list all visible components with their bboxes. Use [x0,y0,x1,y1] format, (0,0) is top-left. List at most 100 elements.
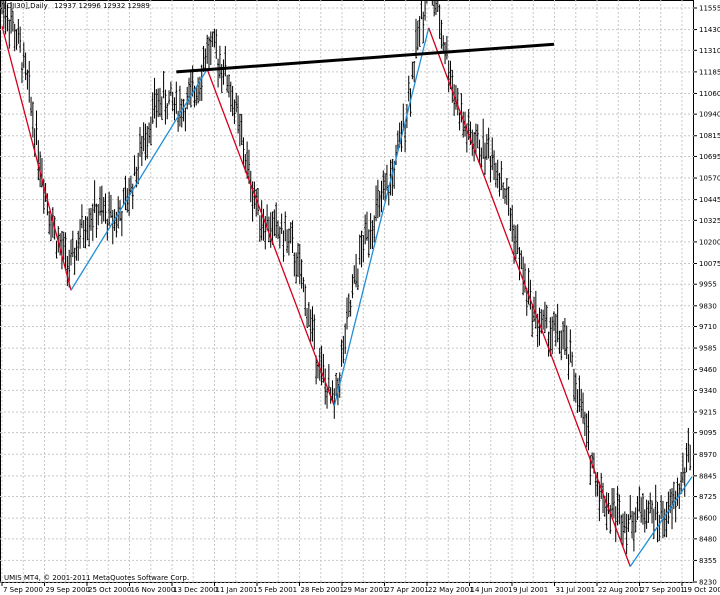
price-bar [507,186,510,216]
price-bar [605,492,608,531]
price-tick-label: 8480 [699,535,717,543]
price-bar [291,220,294,253]
price-bar [151,92,154,124]
price-bar [462,111,465,138]
time-tick-label: 22 May 2001 [428,586,474,594]
price-bar [144,123,147,161]
price-bar [313,314,316,350]
price-chart[interactable]: 11555 11430 11310 11185 11060 10940 10815 10695… [0,0,720,595]
time-tick-label: 29 Sep 2000 [46,586,90,594]
price-bar [640,497,643,523]
price-bar [585,413,588,448]
price-bar [204,48,207,71]
price-bar [8,19,11,49]
price-bar [344,323,347,354]
price-bar [149,116,152,146]
zigzag-up-segment [70,68,208,291]
price-bar [491,137,494,171]
price-bar [654,484,657,521]
price-bar [478,139,481,164]
chart-window[interactable]: 11555 11430 11310 11185 11060 10940 10815 10695… [0,0,720,595]
price-bar [82,219,85,248]
price-bar [157,88,160,118]
price-tick-label: 10200 [699,238,720,246]
price-bar [197,77,200,104]
zigzag-down-segment [1,25,72,291]
price-bar [638,486,641,512]
price-bar [71,230,74,258]
price-bar [484,142,486,175]
resistance-trendline[interactable] [176,42,555,74]
price-bar [173,97,176,121]
price-bar [371,220,374,250]
price-bar [641,493,644,525]
price-tick-label: 8845 [699,472,717,480]
price-tick-label: 9215 [699,408,717,416]
price-bar [353,265,356,284]
price-bar [676,477,679,506]
price-bar [587,410,590,451]
price-bar [142,122,145,152]
zigzag-up-segment [333,27,430,407]
price-bar [445,35,448,60]
price-bar [211,31,214,47]
price-bar [487,127,490,159]
price-bar [227,74,230,98]
time-tick-label: 19 Oct 2001 [683,586,720,594]
price-bar [436,0,439,12]
price-bar [420,0,423,20]
price-bar [104,193,107,224]
price-bar [622,513,624,548]
price-bar [48,210,51,235]
price-bar [576,389,579,413]
copyright-text: UMIS MT4, © 2001-2011 MetaQuotes Softwar… [4,574,190,582]
zigzag-down-segment [428,27,631,567]
price-bar [102,197,105,222]
price-bar [645,499,648,529]
price-bar [148,122,151,144]
price-bar [580,388,583,418]
price-bar [411,61,414,80]
price-bar [302,277,305,293]
time-tick-label: 14 Jun 2001 [471,586,513,594]
price-bar [500,160,503,191]
price-bar [567,354,570,380]
price-tick-label: 8355 [699,557,717,565]
price-bar [120,210,123,237]
time-tick-label: 27 Sep 2001 [641,586,685,594]
price-tick-label: 9710 [699,323,717,331]
price-bar [351,274,354,299]
price-bar [442,35,445,51]
price-bar [242,137,245,166]
price-bar [240,113,243,146]
price-bar [20,62,23,84]
price-bar [111,209,114,245]
price-bar [346,297,348,330]
price-tick-label: 10695 [699,153,720,161]
price-bar [70,239,72,266]
price-axis: 11555 11430 11310 11185 11060 10940 10815 10695… [694,5,720,587]
price-bar [623,511,626,534]
price-bar [572,368,575,402]
price-bar [324,368,327,405]
price-bar [306,308,309,328]
price-bar [647,500,650,523]
price-bar [545,304,548,329]
zigzag-down-segment [206,69,335,407]
price-bar [168,90,171,105]
trendline[interactable] [176,42,555,74]
time-tick-label: 13 Dec 2000 [173,586,218,594]
price-bar [91,203,94,241]
price-bar [378,190,381,217]
price-tick-label: 11060 [699,90,720,98]
price-tick-label: 10815 [699,132,720,140]
price-bar [342,335,345,364]
price-bar [160,96,163,121]
price-bar [418,16,421,48]
price-bar [233,99,236,125]
price-bar [558,330,561,354]
price-bar [162,70,165,99]
price-bar [15,29,18,50]
price-bar [124,175,127,211]
price-bar [542,309,545,330]
